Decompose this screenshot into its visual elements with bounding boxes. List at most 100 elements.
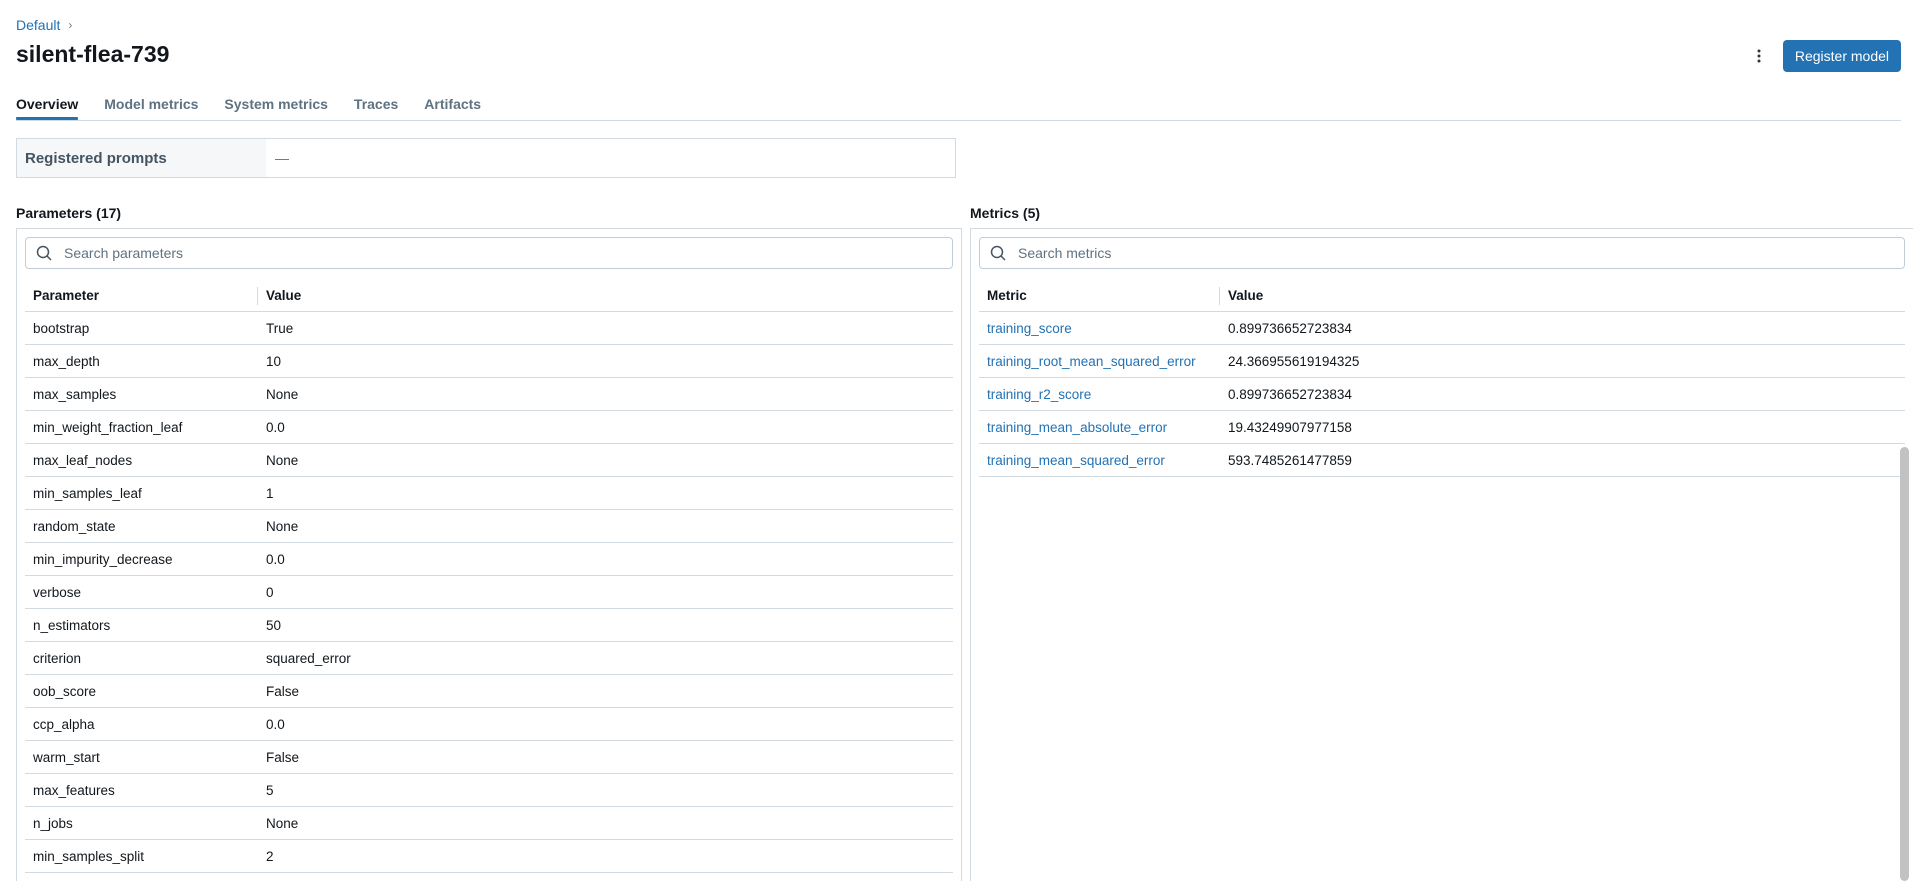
metrics-title: Metrics (5)	[970, 205, 1041, 221]
parameter-value-cell: True	[258, 311, 953, 345]
parameter-name-cell: warm_start	[25, 740, 258, 774]
parameter-value-cell: 2	[258, 839, 953, 873]
column-header-metric[interactable]: Metric	[979, 279, 1220, 312]
metric-name-cell: training_mean_squared_error	[979, 443, 1220, 477]
table-row: min_impurity_decrease 0.0	[25, 542, 953, 576]
table-row: verbose 0	[25, 575, 953, 609]
table-row: max_samples None	[25, 377, 953, 411]
search-icon	[36, 245, 52, 261]
table-row: criterion squared_error	[25, 641, 953, 675]
parameter-name-cell: min_samples_leaf	[25, 476, 258, 510]
parameter-name-cell: n_jobs	[25, 806, 258, 840]
table-header-row: Metric Value	[979, 279, 1905, 312]
tab-bar: Overview Model metrics System metrics Tr…	[16, 90, 1901, 121]
table-row: ccp_alpha 0.0	[25, 707, 953, 741]
parameter-name-cell: max_features	[25, 773, 258, 807]
table-header-row: Parameter Value	[25, 279, 953, 312]
metric-value-cell: 593.7485261477859	[1220, 443, 1905, 477]
parameter-value-cell: False	[258, 740, 953, 774]
page-title: silent-flea-739	[16, 41, 170, 67]
search-icon	[990, 245, 1006, 261]
metric-value-cell: 24.366955619194325	[1220, 344, 1905, 378]
parameter-value-cell: 0.0	[258, 707, 953, 741]
table-row: warm_start False	[25, 740, 953, 774]
metric-link[interactable]: training_mean_squared_error	[987, 453, 1165, 468]
parameter-name-cell: min_impurity_decrease	[25, 542, 258, 576]
metric-value-cell: 0.899736652723834	[1220, 311, 1905, 345]
parameter-name-cell: max_samples	[25, 377, 258, 411]
parameter-value-cell: None	[258, 377, 953, 411]
tab-traces[interactable]: Traces	[354, 90, 398, 119]
parameter-value-cell: 0.0	[258, 410, 953, 444]
metric-link[interactable]: training_mean_absolute_error	[987, 420, 1167, 435]
metric-name-cell: training_root_mean_squared_error	[979, 344, 1220, 378]
header-actions: Register model	[1743, 40, 1901, 72]
column-header-parameter[interactable]: Parameter	[25, 279, 258, 312]
table-row: max_features 5	[25, 773, 953, 807]
table-row: training_score 0.899736652723834	[979, 311, 1905, 345]
metrics-search-box	[979, 237, 1905, 269]
table-row: training_mean_absolute_error 19.432499079…	[979, 410, 1905, 444]
parameter-name-cell: min_samples_split	[25, 839, 258, 873]
parameters-title: Parameters (17)	[16, 205, 122, 221]
metric-value-cell: 19.43249907977158	[1220, 410, 1905, 444]
breadcrumb: Default ›	[16, 17, 72, 33]
table-row: min_weight_fraction_leaf 0.0	[25, 410, 953, 444]
tab-artifacts[interactable]: Artifacts	[424, 90, 481, 119]
tab-system-metrics[interactable]: System metrics	[224, 90, 328, 119]
metric-link[interactable]: training_r2_score	[987, 387, 1091, 402]
metrics-table: Metric Value training_score 0.89973665272…	[979, 279, 1905, 477]
parameter-name-cell: random_state	[25, 509, 258, 543]
parameter-name-cell: max_depth	[25, 344, 258, 378]
parameter-name-cell: bootstrap	[25, 311, 258, 345]
table-row: max_leaf_nodes None	[25, 443, 953, 477]
register-model-button[interactable]: Register model	[1782, 40, 1901, 72]
parameter-value-cell: 5	[258, 773, 953, 807]
metric-name-cell: training_r2_score	[979, 377, 1220, 411]
parameter-value-cell: None	[258, 509, 953, 543]
tab-model-metrics[interactable]: Model metrics	[104, 90, 198, 119]
column-header-value[interactable]: Value	[1220, 279, 1905, 312]
parameter-value-cell: squared_error	[258, 641, 953, 675]
table-row: training_mean_squared_error 593.748526147…	[979, 443, 1905, 477]
metric-name-cell: training_mean_absolute_error	[979, 410, 1220, 444]
parameter-name-cell: n_estimators	[25, 608, 258, 642]
parameter-name-cell: max_leaf_nodes	[25, 443, 258, 477]
metrics-panel: Metric Value training_score 0.89973665272…	[970, 228, 1913, 881]
parameter-name-cell: verbose	[25, 575, 258, 609]
parameters-table-body: bootstrap True max_depth 10 max_samples None m…	[25, 311, 953, 873]
metric-link[interactable]: training_root_mean_squared_error	[987, 354, 1196, 369]
metric-link[interactable]: training_score	[987, 321, 1072, 336]
parameters-panel: Parameter Value bootstrapTruemax_depth 1 0…	[16, 228, 962, 881]
breadcrumb-default-link[interactable]: Default	[16, 17, 60, 33]
table-row: n_estimators 50	[25, 608, 953, 642]
table-row: oob_score False	[25, 674, 953, 708]
table-row: training_r2_score 0.899736652723834	[979, 377, 1905, 411]
metrics-search-input[interactable]	[1016, 244, 1894, 262]
table-row: bootstrap True	[25, 311, 953, 345]
parameter-value-cell: 0.0	[258, 542, 953, 576]
parameter-name-cell: ccp_alpha	[25, 707, 258, 741]
overview-content: Registered prompts — Parameters (17) Met…	[16, 120, 1913, 881]
scrollbar-thumb[interactable]	[1900, 447, 1909, 881]
column-header-value[interactable]: Value	[258, 279, 953, 312]
parameters-search-input[interactable]	[62, 244, 942, 262]
metric-name-cell: training_score	[979, 311, 1220, 345]
parameter-name-cell: min_weight_fraction_leaf	[25, 410, 258, 444]
tab-overview[interactable]: Overview	[16, 90, 79, 120]
parameter-value-cell: 50	[258, 608, 953, 642]
parameter-value-cell: 1	[258, 476, 953, 510]
parameter-value-cell: None	[258, 443, 953, 477]
registered-prompts-row: Registered prompts —	[16, 138, 956, 178]
kebab-vertical-icon[interactable]	[1743, 40, 1775, 72]
parameter-value-cell: None	[258, 806, 953, 840]
parameter-value-cell: False	[258, 674, 953, 708]
table-row: random_state None	[25, 509, 953, 543]
parameters-table: Parameter Value bootstrap True max_depth 1 0…	[25, 279, 953, 873]
registered-prompts-value: —	[275, 150, 289, 166]
parameters-search-box	[25, 237, 953, 269]
metric-value-cell: 0.899736652723834	[1220, 377, 1905, 411]
parameter-name-cell: oob_score	[25, 674, 258, 708]
parameter-value-cell: 0	[258, 575, 953, 609]
table-row: min_samples_split 2	[25, 839, 953, 873]
